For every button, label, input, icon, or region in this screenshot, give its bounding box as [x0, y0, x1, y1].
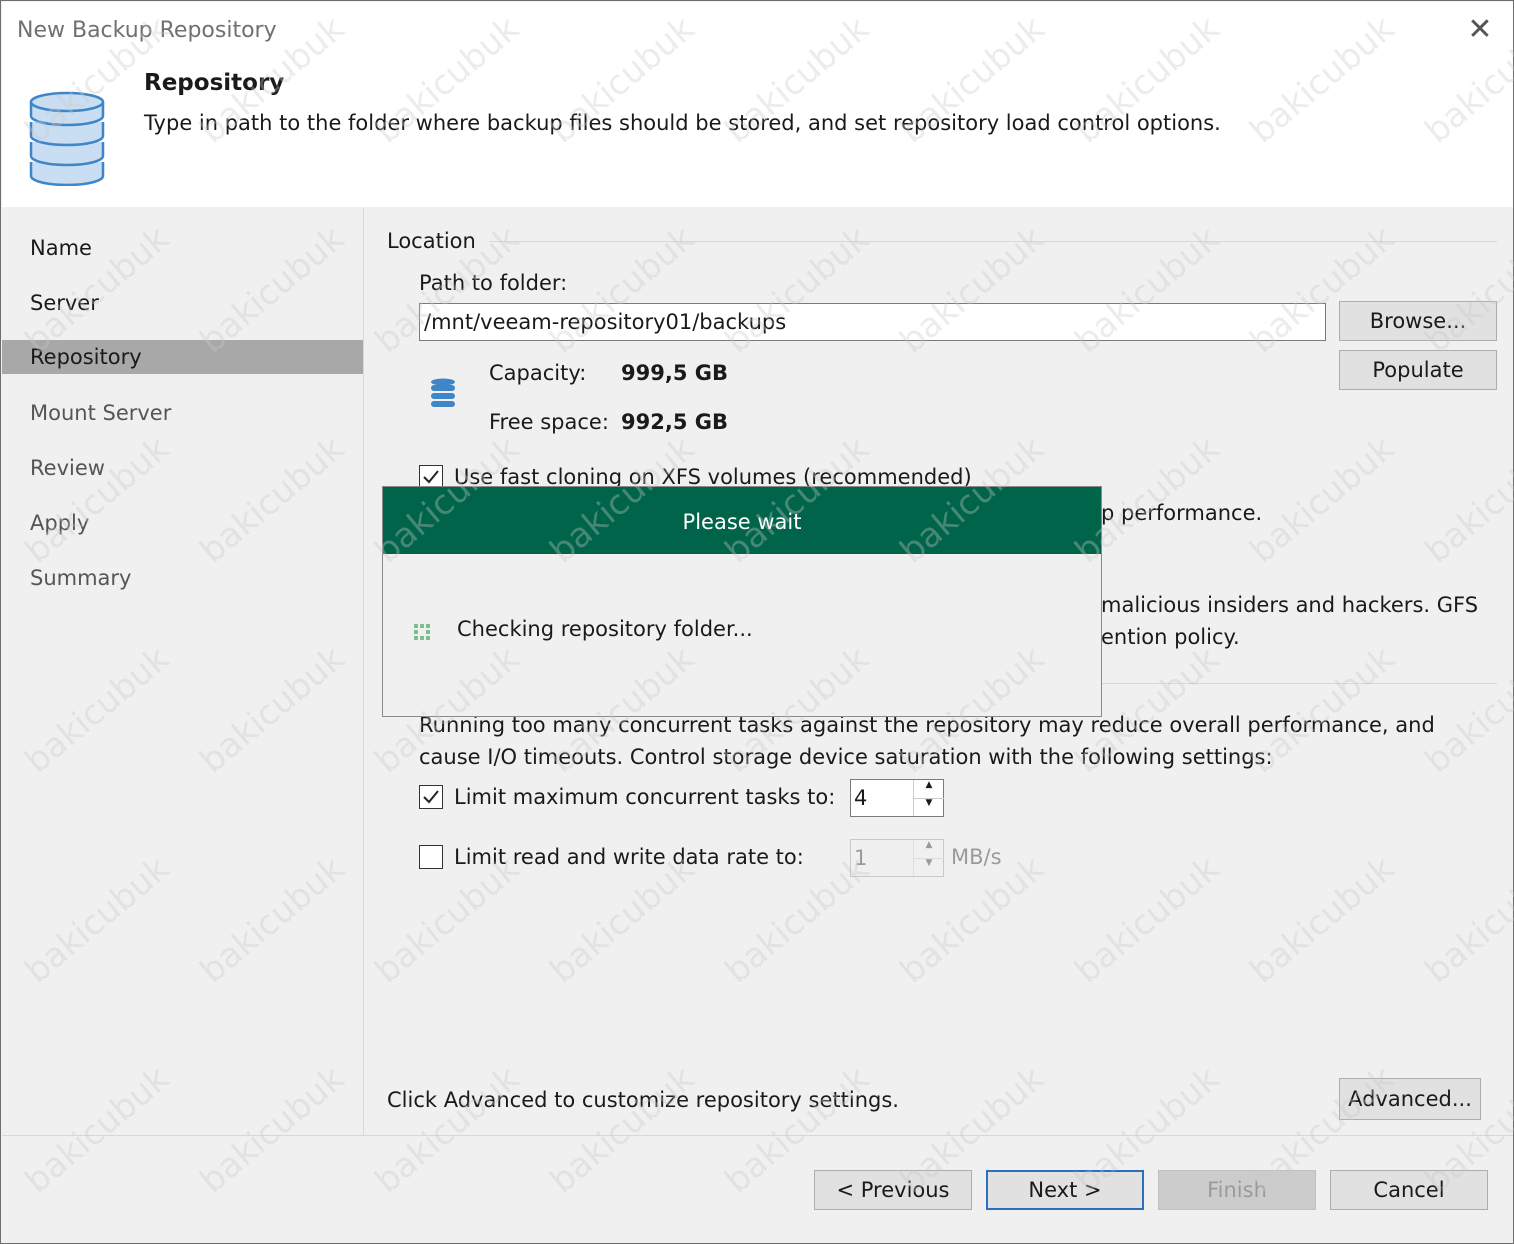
spin-down-icon: ▼ — [925, 858, 933, 868]
please-wait-dialog: Please wait Checking repository folder..… — [382, 486, 1102, 717]
spin-down-icon[interactable]: ▼ — [914, 798, 944, 816]
location-group-divider — [489, 241, 1497, 242]
capacity-value: 999,5 GB — [621, 361, 728, 385]
free-space-label: Free space: — [489, 410, 609, 434]
nav-step-server[interactable]: Server — [2, 286, 363, 320]
wizard-header: New Backup Repository ✕ Repository Type … — [2, 2, 1513, 207]
finish-button: Finish — [1158, 1170, 1316, 1210]
limit-tasks-label: Limit maximum concurrent tasks to: — [454, 785, 836, 809]
limit-rate-label: Limit read and write data rate to: — [454, 845, 804, 869]
nav-step-summary: Summary — [30, 566, 132, 590]
path-label: Path to folder: — [419, 271, 568, 295]
spin-up-icon[interactable]: ▲ — [914, 780, 944, 799]
next-button[interactable]: Next > — [986, 1170, 1144, 1210]
limit-rate-spin: ▲ ▼ — [913, 840, 944, 876]
load-control-description-2: cause I/O timeouts. Control storage devi… — [419, 745, 1273, 769]
window-title: New Backup Repository — [17, 18, 277, 43]
nav-step-review: Review — [30, 456, 105, 480]
partial-text-performance: p performance. — [1101, 501, 1263, 525]
nav-step-repository[interactable]: Repository — [2, 340, 363, 374]
spin-up-icon: ▲ — [914, 840, 944, 859]
limit-rate-value: 1 — [854, 846, 868, 870]
load-control-divider — [1101, 683, 1497, 684]
database-icon — [28, 88, 106, 190]
cancel-button[interactable]: Cancel — [1330, 1170, 1488, 1210]
limit-tasks-stepper[interactable]: 4 ▲ ▼ — [850, 779, 944, 817]
nav-step-name[interactable]: Name — [2, 231, 363, 265]
limit-rate-stepper: 1 ▲ ▼ — [850, 839, 944, 877]
advanced-hint: Click Advanced to customize repository s… — [387, 1088, 899, 1112]
location-group-label: Location — [387, 229, 476, 253]
partial-text-retention: ention policy. — [1101, 625, 1240, 649]
limit-tasks-checkbox[interactable] — [419, 785, 443, 809]
close-icon[interactable]: ✕ — [1462, 12, 1498, 48]
progress-spinner-icon — [414, 624, 430, 644]
storage-icon — [430, 378, 456, 414]
limit-tasks-spin[interactable]: ▲ ▼ — [913, 780, 944, 816]
limit-rate-checkbox[interactable] — [419, 845, 443, 869]
free-space-value: 992,5 GB — [621, 410, 728, 434]
please-wait-title: Please wait — [383, 487, 1101, 554]
wizard-window: New Backup Repository ✕ Repository Type … — [0, 0, 1514, 1244]
footer-divider — [2, 1135, 1513, 1136]
capacity-label: Capacity: — [489, 361, 587, 385]
page-description: Type in path to the folder where backup … — [144, 111, 1221, 135]
advanced-button[interactable]: Advanced... — [1339, 1078, 1481, 1120]
please-wait-message: Checking repository folder... — [457, 617, 753, 641]
browse-button[interactable]: Browse... — [1339, 301, 1497, 341]
limit-tasks-value[interactable]: 4 — [854, 786, 867, 810]
wizard-steps-nav: Name Server Repository Mount Server Revi… — [2, 208, 364, 1135]
partial-text-immutability: malicious insiders and hackers. GFS — [1101, 593, 1479, 617]
page-title: Repository — [144, 70, 285, 96]
previous-button[interactable]: < Previous — [814, 1170, 972, 1210]
nav-step-mount-server: Mount Server — [30, 401, 172, 425]
limit-rate-unit: MB/s — [951, 845, 1002, 869]
path-input[interactable] — [419, 303, 1326, 341]
nav-step-apply: Apply — [30, 511, 90, 535]
populate-button[interactable]: Populate — [1339, 350, 1497, 390]
